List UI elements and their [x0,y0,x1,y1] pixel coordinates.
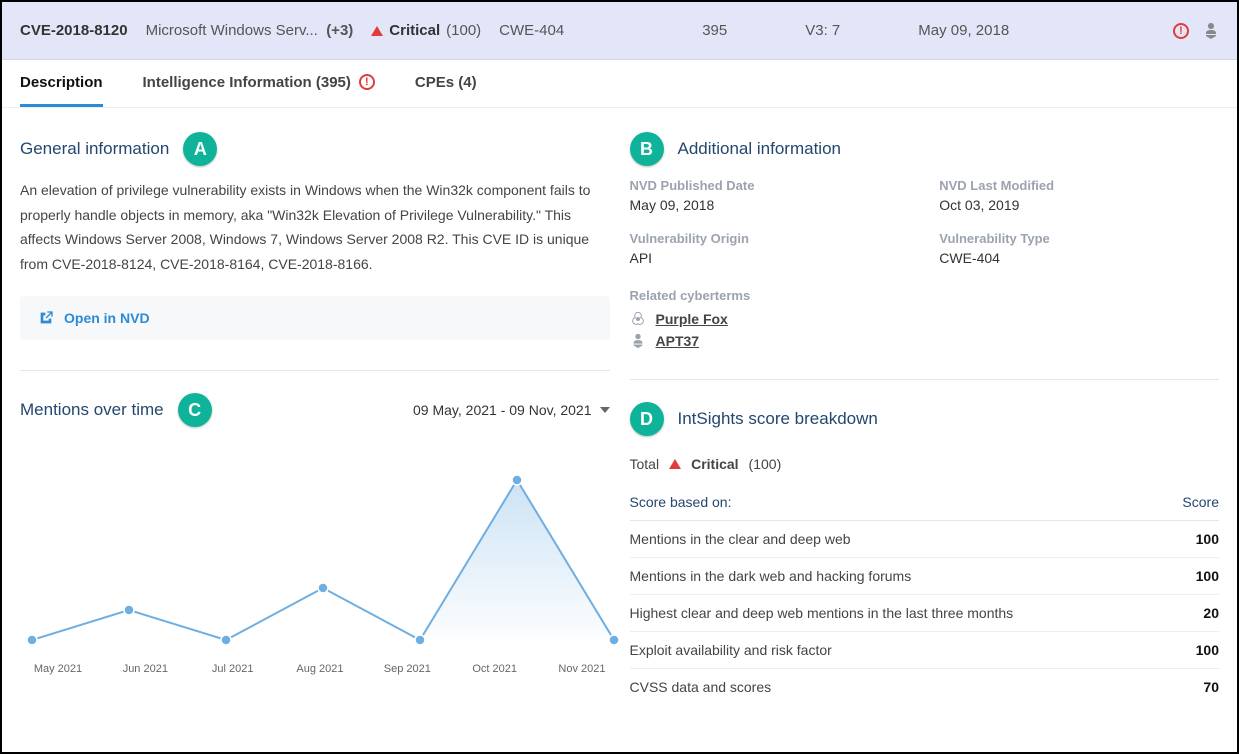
origin-value: API [630,250,910,266]
general-info-title-row: General information A [20,132,610,166]
cwe-id: CWE-404 [499,22,564,39]
publish-date: May 09, 2018 [918,22,1009,39]
cvss-score: V3: 7 [805,22,840,39]
threat-actor-icon [630,333,646,349]
score-table: Score based on: Score Mentions in the cl… [630,494,1220,705]
origin-label: Vulnerability Origin [630,231,910,246]
modified-value: Oct 03, 2019 [939,197,1219,213]
score-row: CVSS data and scores70 [630,669,1220,705]
score-row: Highest clear and deep web mentions in t… [630,595,1220,632]
intel-count: 395 [702,22,727,39]
header-bar: CVE-2018-8120 Microsoft Windows Serv... … [2,2,1237,60]
breakdown-title-row: D IntSights score breakdown [630,402,1220,436]
badge-c: C [178,393,212,427]
cyberterm-link[interactable]: APT37 [630,333,1220,349]
published-value: May 09, 2018 [630,197,910,213]
cyberterms-label: Related cyberterms [630,288,1220,303]
additional-info-title: Additional information [678,139,841,159]
score-head-left: Score based on: [630,494,732,510]
breakdown-title: IntSights score breakdown [678,409,878,429]
alert-icon[interactable] [1173,23,1189,39]
triangle-up-icon [669,459,681,469]
score-row: Mentions in the clear and deep web100 [630,521,1220,558]
type-value: CWE-404 [939,250,1219,266]
general-info-title: General information [20,139,169,159]
mentions-chart: May 2021 Jun 2021 Jul 2021 Aug 2021 Sep … [20,445,620,675]
score-head-right: Score [1182,494,1219,510]
alert-icon [359,74,375,90]
triangle-up-icon [371,26,383,36]
badge-a: A [183,132,217,166]
badge-d: D [630,402,664,436]
page-frame: CVE-2018-8120 Microsoft Windows Serv... … [0,0,1239,754]
tab-description[interactable]: Description [20,60,103,107]
mentions-header: Mentions over time C 09 May, 2021 - 09 N… [20,393,610,427]
date-range-picker[interactable]: 09 May, 2021 - 09 Nov, 2021 [413,402,609,418]
tab-cpes[interactable]: CPEs (4) [415,60,477,107]
severity-badge: Critical (100) [371,22,481,39]
mentions-title: Mentions over time [20,400,164,420]
type-label: Vulnerability Type [939,231,1219,246]
modified-label: NVD Last Modified [939,178,1219,193]
published-label: NVD Published Date [630,178,910,193]
info-grid: NVD Published Date May 09, 2018 NVD Last… [630,178,1220,266]
right-column: B Additional information NVD Published D… [630,132,1220,752]
general-info-text: An elevation of privilege vulnerability … [20,178,610,276]
tabs: Description Intelligence Information (39… [2,60,1237,108]
affected-products: Microsoft Windows Serv... (+3) [146,22,354,39]
divider [630,379,1220,380]
left-column: General information A An elevation of pr… [20,132,610,752]
biohazard-icon [630,311,646,327]
divider [20,370,610,371]
breakdown-total: Total Critical (100) [630,456,782,472]
additional-info-title-row: B Additional information [630,132,1220,166]
content-area: General information A An elevation of pr… [2,108,1237,752]
score-row: Mentions in the dark web and hacking for… [630,558,1220,595]
score-row: Exploit availability and risk factor100 [630,632,1220,669]
badge-b: B [630,132,664,166]
chevron-down-icon [600,407,610,413]
open-in-nvd-link[interactable]: Open in NVD [20,296,610,340]
chart-x-labels: May 2021 Jun 2021 Jul 2021 Aug 2021 Sep … [20,663,620,675]
cyberterm-link[interactable]: Purple Fox [630,311,1220,327]
threat-actor-icon[interactable] [1203,22,1219,40]
cve-id: CVE-2018-8120 [20,22,128,39]
external-link-icon [38,310,54,326]
tab-intelligence[interactable]: Intelligence Information (395) [143,60,375,107]
